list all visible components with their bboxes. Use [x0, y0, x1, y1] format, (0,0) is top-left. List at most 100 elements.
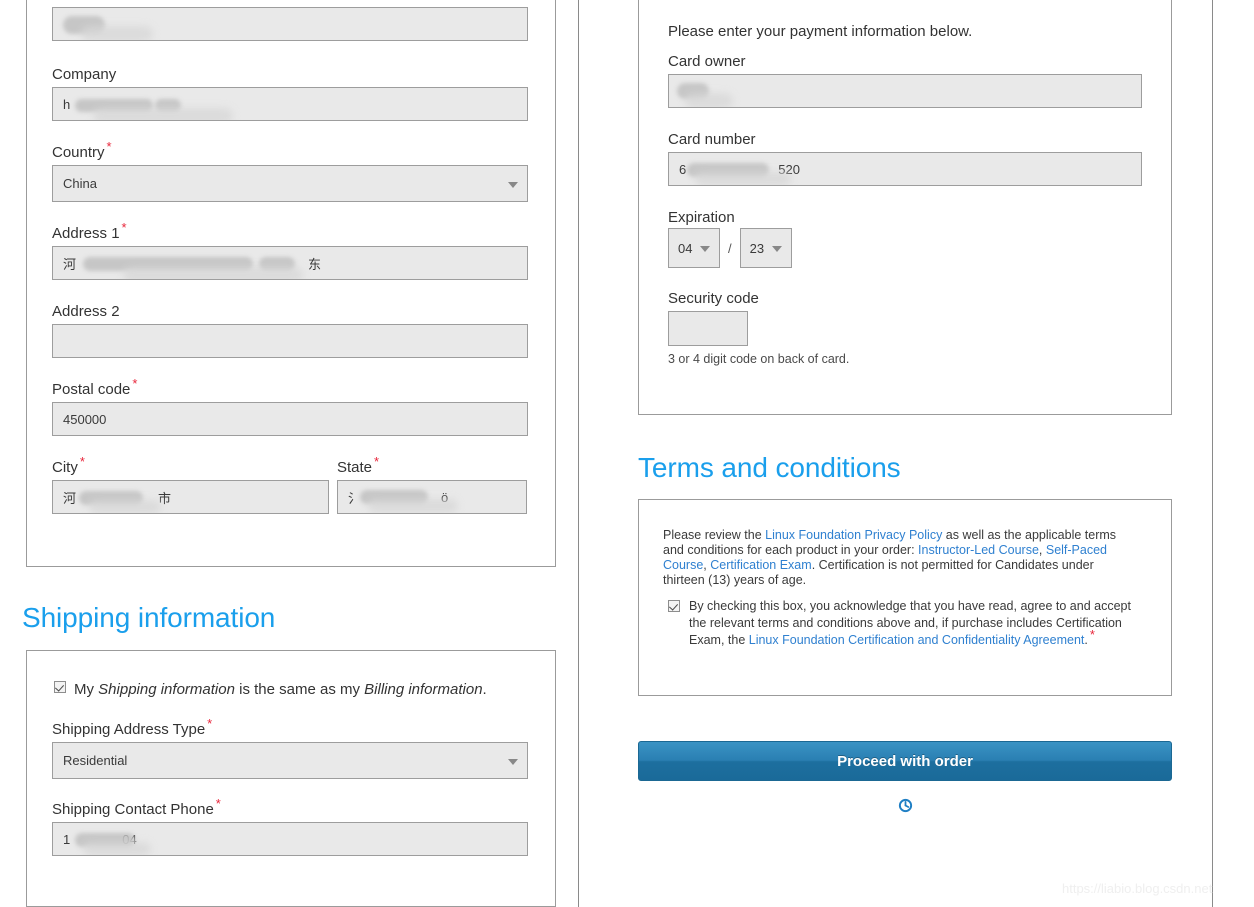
link-privacy-policy[interactable]: Linux Foundation Privacy Policy	[765, 528, 942, 542]
proceed-with-order-button[interactable]: Proceed with order	[638, 741, 1172, 781]
company-input[interactable]: h	[52, 87, 528, 121]
page-watermark: https://liabio.blog.csdn.net	[1062, 881, 1213, 896]
field-address-1: Address 1 * 河 东	[52, 220, 528, 280]
terms-acknowledge-label: By checking this box, you acknowledge th…	[689, 599, 1131, 647]
chevron-down-icon	[508, 758, 518, 765]
field-card-number: Card number 6 520	[668, 131, 1142, 186]
field-city: City * 河 市	[52, 454, 329, 514]
redaction-blob	[695, 172, 791, 185]
circular-arrow-icon	[898, 798, 912, 812]
address-1-input[interactable]: 河 东	[52, 246, 528, 280]
state-label: State *	[337, 454, 380, 476]
link-certification-exam[interactable]: Certification Exam	[710, 558, 811, 572]
field-company: Company h	[52, 66, 528, 121]
checkout-page: Full name Company h Country* China	[0, 0, 1254, 907]
field-postal-code: Postal code * 450000	[52, 376, 528, 436]
redaction-blob	[89, 500, 161, 513]
link-certification-confidentiality-agreement[interactable]: Linux Foundation Certification and Confi…	[749, 633, 1085, 647]
expiration-separator: /	[728, 240, 732, 256]
address-1-value: 河	[63, 256, 77, 272]
shipping-contact-phone-input[interactable]: 1 04	[52, 822, 528, 856]
redaction-blob	[123, 267, 303, 279]
shipping-address-type-label: Shipping Address Type *	[52, 716, 213, 738]
full-name-input[interactable]	[52, 7, 528, 41]
same-as-billing-checkbox[interactable]	[54, 681, 66, 693]
expiration-year-select[interactable]: 23	[739, 228, 792, 268]
link-instructor-led-course[interactable]: Instructor-Led Course	[918, 543, 1039, 557]
required-marker: *	[121, 220, 127, 235]
expiration-label: Expiration	[668, 209, 735, 226]
city-input[interactable]: 河 市	[52, 480, 329, 514]
address-1-label: Address 1 *	[52, 220, 127, 242]
card-number-value: 6	[679, 161, 687, 177]
expiration-month-select[interactable]: 04	[668, 228, 720, 268]
card-number-input[interactable]: 6 520	[668, 152, 1142, 186]
field-country: Country * China	[52, 139, 528, 202]
loading-spinner	[880, 794, 930, 816]
country-label: Country *	[52, 139, 112, 161]
postal-code-label: Postal code *	[52, 376, 138, 398]
field-address-2: Address 2	[52, 303, 528, 358]
terms-acknowledge-checkbox[interactable]	[668, 600, 680, 612]
postal-code-input[interactable]: 450000	[52, 402, 528, 436]
state-input[interactable]: 氵 ӧ	[337, 480, 527, 514]
terms-acknowledge-row[interactable]: By checking this box, you acknowledge th…	[668, 598, 1147, 649]
address-1-value-tail: 东	[308, 256, 322, 272]
company-label: Company	[52, 66, 117, 83]
redaction-blob	[83, 842, 151, 855]
security-code-label: Security code	[668, 290, 759, 307]
shipping-contact-phone-label: Shipping Contact Phone *	[52, 796, 221, 818]
column-divider-left	[578, 0, 579, 907]
field-expiration: Expiration	[668, 209, 735, 230]
field-shipping-contact-phone: Shipping Contact Phone* 1 04	[52, 796, 528, 856]
address-2-input[interactable]	[52, 324, 528, 358]
required-marker: *	[132, 376, 138, 391]
required-marker: *	[79, 454, 85, 469]
card-owner-label: Card owner	[668, 53, 746, 70]
required-marker: *	[215, 796, 221, 811]
payment-intro-text: Please enter your payment information be…	[668, 23, 973, 40]
address-2-label: Address 2	[52, 303, 120, 320]
chevron-down-icon	[771, 246, 782, 252]
card-owner-input[interactable]	[668, 74, 1142, 108]
terms-paragraph: Please review the Linux Foundation Priva…	[663, 528, 1117, 587]
chevron-down-icon	[508, 181, 518, 188]
terms-and-conditions-heading: Terms and conditions	[638, 452, 901, 483]
security-code-input[interactable]	[668, 311, 748, 346]
same-as-billing-label: My Shipping information is the same as m…	[74, 681, 487, 698]
card-number-label: Card number	[668, 131, 756, 148]
field-full-name: Full name	[52, 0, 528, 41]
postal-code-value: 450000	[63, 411, 107, 427]
field-state: State * 氵 ӧ	[337, 454, 527, 514]
expiration-year-value: 23	[749, 240, 765, 256]
country-select[interactable]: China	[52, 165, 528, 202]
proceed-with-order-label: Proceed with order	[837, 752, 973, 770]
payment-and-terms-column: Please enter your payment information be…	[612, 0, 1254, 907]
field-security-code: Security code	[668, 290, 759, 346]
same-as-billing-row[interactable]: My Shipping information is the same as m…	[54, 681, 487, 698]
shipping-contact-phone-value: 1	[63, 831, 71, 847]
chevron-down-icon	[700, 246, 710, 252]
shipping-address-type-value: Residential	[63, 753, 128, 768]
shipping-information-heading: Shipping information	[22, 602, 276, 633]
country-value: China	[63, 176, 97, 191]
redaction-blob	[685, 93, 733, 107]
expiration-month-value: 04	[678, 240, 693, 256]
company-value: h	[63, 96, 71, 112]
required-marker: *	[374, 454, 380, 469]
shipping-address-type-select[interactable]: Residential	[52, 742, 528, 779]
city-value: 河	[63, 490, 77, 506]
billing-and-shipping-column: Full name Company h Country* China	[0, 0, 578, 907]
field-card-owner: Card owner	[668, 53, 1142, 108]
redaction-blob	[81, 26, 153, 40]
required-marker: *	[106, 139, 112, 154]
required-marker: *	[207, 716, 213, 731]
expiration-row: 04 / 23	[668, 228, 792, 268]
redaction-blob	[368, 499, 458, 513]
full-name-label: Full name	[52, 0, 528, 4]
field-shipping-address-type: Shipping Address Type * Residential	[52, 716, 528, 779]
redaction-blob	[93, 108, 233, 120]
city-label: City *	[52, 454, 85, 476]
required-marker: *	[1089, 626, 1095, 642]
security-code-hint: 3 or 4 digit code on back of card.	[668, 352, 850, 366]
